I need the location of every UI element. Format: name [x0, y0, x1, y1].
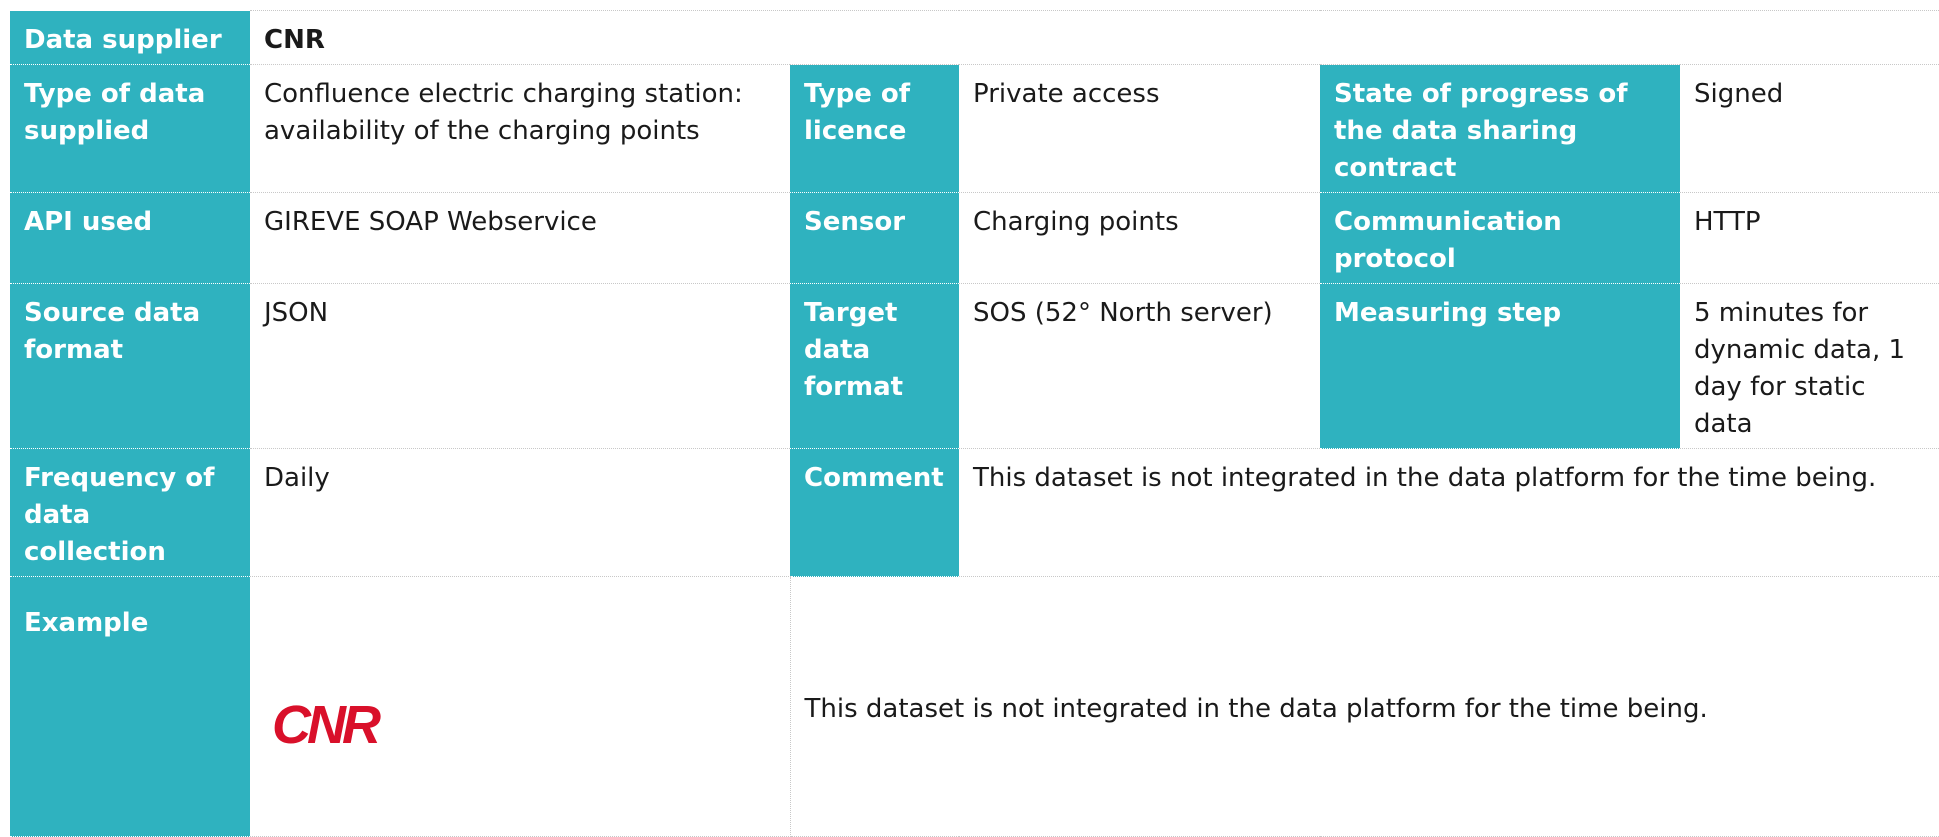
value-measuring-step: 5 minutes for dynamic data, 1 day for st…	[1680, 283, 1939, 449]
value-source-format: JSON	[250, 283, 790, 449]
value-contract-progress: Signed	[1680, 64, 1939, 193]
label-frequency: Frequency of data collection	[10, 448, 250, 577]
label-example: Example	[10, 576, 250, 837]
value-frequency: Daily	[250, 448, 790, 577]
label-api-used: API used	[10, 192, 250, 284]
label-comment: Comment	[790, 448, 959, 577]
row-type-of-data: Type of data supplied Confluence electri…	[10, 64, 1939, 193]
label-type-of-data: Type of data supplied	[10, 64, 250, 193]
label-communication-protocol: Communication protocol	[1320, 192, 1680, 284]
label-target-format: Target data format	[790, 283, 959, 449]
value-communication-protocol: HTTP	[1680, 192, 1939, 284]
label-contract-progress: State of progress of the data sharing co…	[1320, 64, 1680, 193]
value-comment: This dataset is not integrated in the da…	[959, 448, 1939, 577]
svg-text:CNR: CNR	[272, 695, 381, 755]
row-api-used: API used GIREVE SOAP Webservice Sensor C…	[10, 192, 1939, 284]
data-sheet-table: Data supplier CNR Type of data supplied …	[10, 10, 1939, 837]
value-target-format: SOS (52° North server)	[959, 283, 1320, 449]
value-sensor: Charging points	[959, 192, 1320, 284]
row-data-supplier: Data supplier CNR	[10, 10, 1939, 65]
value-type-of-licence: Private access	[959, 64, 1320, 193]
value-data-supplier: CNR	[250, 10, 1939, 65]
label-sensor: Sensor	[790, 192, 959, 284]
row-example: Example CNR This dataset is not integrat…	[10, 576, 1939, 837]
row-source-format: Source data format JSON Target data form…	[10, 283, 1939, 449]
value-type-of-data: Confluence electric charging station: av…	[250, 64, 790, 193]
value-api-used: GIREVE SOAP Webservice	[250, 192, 790, 284]
cnr-logo: CNR	[272, 695, 385, 755]
label-type-of-licence: Type of licence	[790, 64, 959, 193]
example-logo-cell: CNR	[250, 576, 791, 837]
row-frequency: Frequency of data collection Daily Comme…	[10, 448, 1939, 577]
label-source-format: Source data format	[10, 283, 250, 449]
label-data-supplier: Data supplier	[10, 10, 250, 65]
example-text: This dataset is not integrated in the da…	[790, 576, 1939, 837]
label-measuring-step: Measuring step	[1320, 283, 1680, 449]
